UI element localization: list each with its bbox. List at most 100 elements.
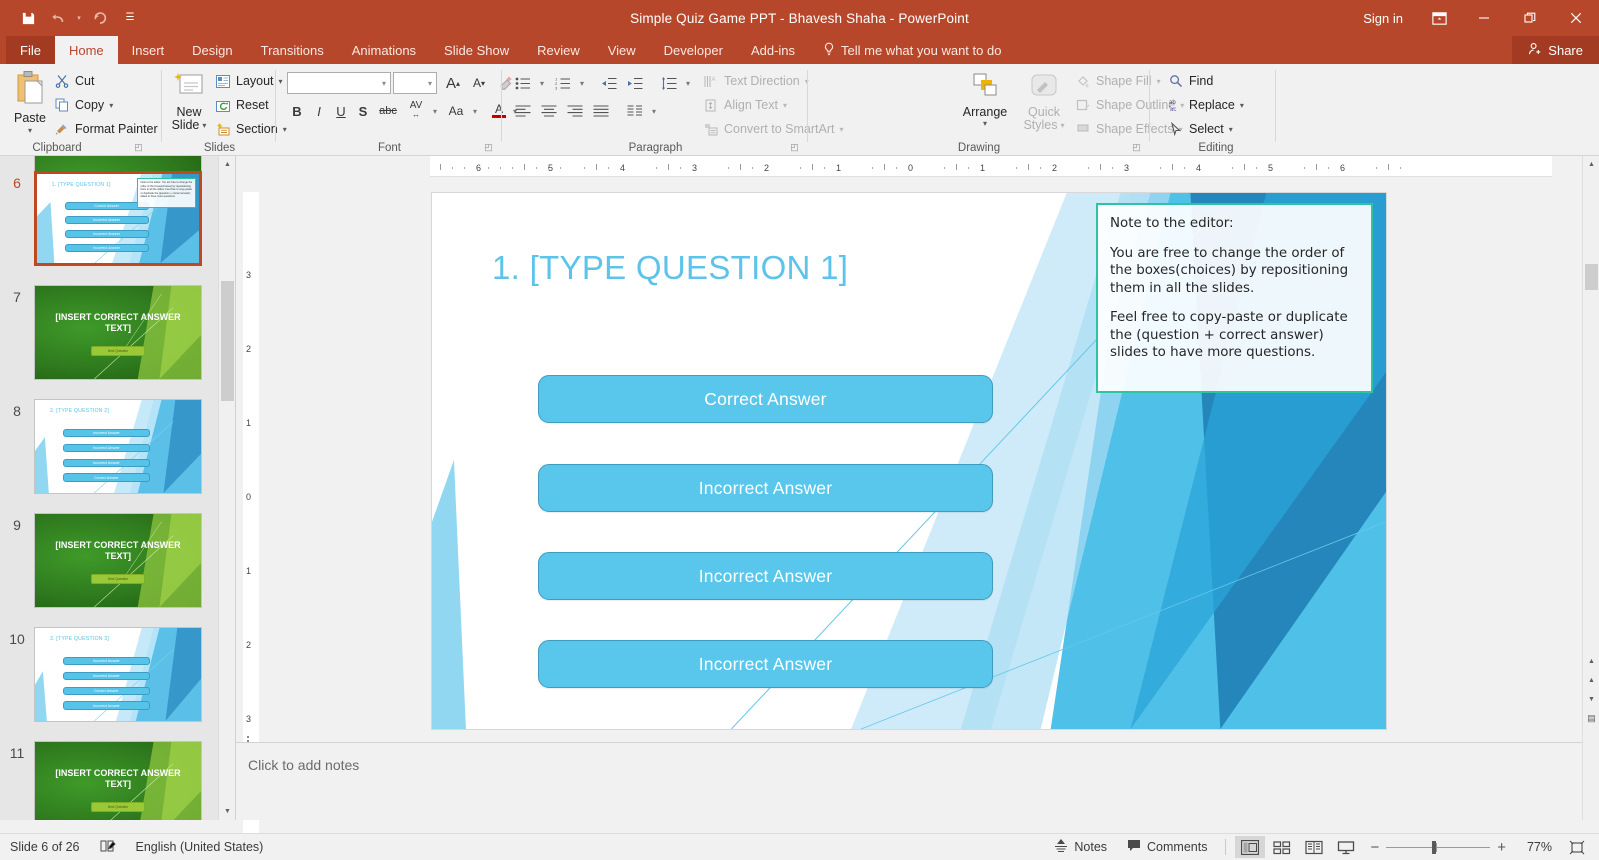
comments-button[interactable]: Comments — [1117, 834, 1217, 860]
new-slide-dropdown-icon[interactable]: ▾ — [202, 119, 206, 132]
thumbnail-scrollbar[interactable]: ▲ ▼ — [218, 156, 235, 820]
thumbnail-slide-10[interactable]: 10 3. [TYPE QUESTION 3] Incorrect Answer… — [0, 627, 216, 722]
paste-button[interactable]: Paste ▾ — [4, 70, 56, 135]
change-case-button[interactable]: Aa — [443, 100, 469, 122]
select-dropdown-icon[interactable]: ▾ — [1229, 125, 1233, 134]
thumbnail-slide-11[interactable]: 11 [INSERT CORRECT ANSWER TEXT] Next Que… — [0, 741, 216, 820]
tab-developer[interactable]: Developer — [650, 36, 737, 64]
font-size-input[interactable]: ▾ — [393, 72, 437, 94]
align-text-dropdown-icon[interactable]: ▾ — [783, 101, 787, 110]
tab-slide-show[interactable]: Slide Show — [430, 36, 523, 64]
thumbnail-scroll-handle[interactable] — [221, 281, 234, 401]
columns-dropdown-icon[interactable]: ▾ — [648, 100, 660, 122]
previous-slide-button[interactable]: ▲ — [1583, 672, 1599, 689]
italic-button[interactable]: I — [309, 100, 329, 122]
answer-option-2[interactable]: Incorrect Answer — [538, 464, 993, 512]
strikethrough-button[interactable]: abc — [375, 100, 401, 122]
spellcheck-status[interactable] — [90, 834, 126, 860]
font-name-dropdown-icon[interactable]: ▾ — [382, 79, 386, 88]
columns-button[interactable] — [623, 100, 647, 122]
tab-animations[interactable]: Animations — [338, 36, 430, 64]
cut-button[interactable]: Cut — [54, 73, 94, 89]
fit-to-window-icon[interactable] — [1562, 836, 1592, 858]
tab-design[interactable]: Design — [178, 36, 246, 64]
reading-view-icon[interactable] — [1299, 836, 1329, 858]
tab-add-ins[interactable]: Add-ins — [737, 36, 809, 64]
ribbon-display-options-icon[interactable] — [1417, 0, 1461, 36]
arrange-dropdown-icon[interactable]: ▾ — [983, 119, 987, 128]
next-slide-button[interactable]: ▼ — [1583, 691, 1599, 708]
thumbnail-slide-6[interactable]: 6 1. [TYPE QUESTION 1] Correct Answer In… — [0, 171, 216, 266]
replace-button[interactable]: ab ac Replace ▾ — [1168, 97, 1244, 113]
sign-in-button[interactable]: Sign in — [1349, 11, 1417, 26]
character-spacing-button[interactable]: AV ↔ — [403, 98, 429, 122]
text-shadow-button[interactable]: S — [353, 100, 373, 122]
align-text-button[interactable]: Align Text ▾ — [703, 97, 787, 113]
format-painter-button[interactable]: Format Painter — [54, 121, 158, 137]
restore-button[interactable] — [1507, 0, 1553, 36]
answer-option-3[interactable]: Incorrect Answer — [538, 552, 993, 600]
underline-button[interactable]: U — [331, 100, 351, 122]
notes-pane[interactable]: Click to add notes — [236, 742, 1599, 820]
thumbnail-scroll-up-icon[interactable]: ▲ — [219, 156, 235, 173]
shape-fill-button[interactable]: Shape Fill ▾ — [1075, 73, 1161, 89]
slide-thumbnail-panel[interactable]: 6 1. [TYPE QUESTION 1] Correct Answer In… — [0, 156, 236, 820]
find-button[interactable]: Find — [1168, 73, 1213, 89]
arrange-button[interactable]: Arrange ▾ — [955, 72, 1015, 128]
select-button[interactable]: Select ▾ — [1168, 121, 1233, 137]
copy-dropdown-icon[interactable]: ▾ — [109, 101, 113, 110]
notes-placeholder[interactable]: Click to add notes — [248, 757, 359, 773]
slide-show-icon[interactable] — [1331, 836, 1361, 858]
zoom-level-label[interactable]: 77% — [1514, 840, 1552, 854]
tab-file[interactable]: File — [6, 36, 55, 64]
slide-canvas[interactable]: 1. [TYPE QUESTION 1] Correct Answer Inco… — [431, 192, 1387, 730]
minimize-button[interactable] — [1461, 0, 1507, 36]
thumbnail-scroll-down-icon[interactable]: ▼ — [219, 803, 235, 820]
text-direction-button[interactable]: A Text Direction ▾ — [703, 73, 809, 89]
paragraph-dialog-launcher[interactable]: ◰ — [789, 142, 800, 153]
font-name-input[interactable]: ▾ — [287, 72, 391, 94]
zoom-handle[interactable] — [1432, 840, 1437, 854]
justify-button[interactable] — [589, 100, 613, 122]
tab-view[interactable]: View — [594, 36, 650, 64]
line-spacing-button[interactable] — [657, 72, 681, 94]
align-right-button[interactable] — [563, 100, 587, 122]
language-status[interactable]: English (United States) — [126, 834, 274, 860]
increase-indent-button[interactable] — [623, 72, 647, 94]
line-spacing-dropdown-icon[interactable]: ▾ — [682, 72, 694, 94]
drawing-dialog-launcher[interactable]: ◰ — [1131, 142, 1142, 153]
paste-dropdown-icon[interactable]: ▾ — [28, 126, 32, 135]
decrease-font-size-button[interactable]: A ▾ — [467, 72, 491, 94]
tab-insert[interactable]: Insert — [118, 36, 179, 64]
bullets-dropdown-icon[interactable]: ▾ — [536, 72, 548, 94]
font-size-dropdown-icon[interactable]: ▾ — [428, 79, 432, 88]
share-button[interactable]: Share — [1512, 36, 1599, 64]
thumbnail-slide-9[interactable]: 9 [INSERT CORRECT ANSWER TEXT] Next Ques… — [0, 513, 216, 608]
editor-note-box[interactable]: Note to the editor: You are free to chan… — [1096, 203, 1373, 393]
scroll-up-icon[interactable]: ▲ — [1583, 156, 1599, 173]
current-slide[interactable]: 1. [TYPE QUESTION 1] Correct Answer Inco… — [431, 192, 1387, 730]
align-left-button[interactable] — [511, 100, 535, 122]
numbering-dropdown-icon[interactable]: ▾ — [576, 72, 588, 94]
copy-button[interactable]: Copy ▾ — [54, 97, 113, 113]
slide-counter[interactable]: Slide 6 of 26 — [0, 834, 90, 860]
normal-view-icon[interactable] — [1235, 836, 1266, 858]
reset-button[interactable]: Reset — [215, 97, 269, 113]
notes-toggle-button[interactable]: Notes — [1044, 834, 1117, 860]
tab-transitions[interactable]: Transitions — [247, 36, 338, 64]
close-button[interactable] — [1553, 0, 1599, 36]
slide-area-scrollbar[interactable]: ▲ ▲ ▲ ▼ ▤ — [1582, 156, 1599, 820]
answer-option-4[interactable]: Incorrect Answer — [538, 640, 993, 688]
scroll-pan-icon[interactable]: ▤ — [1583, 710, 1599, 727]
decrease-indent-button[interactable] — [597, 72, 621, 94]
new-slide-button[interactable]: New Slide ▾ — [165, 72, 213, 132]
scroll-handle[interactable] — [1585, 264, 1598, 290]
zoom-track[interactable] — [1386, 840, 1491, 854]
font-dialog-launcher[interactable]: ◰ — [483, 142, 494, 153]
quick-styles-button[interactable]: Quick Styles ▾ — [1015, 72, 1073, 132]
increase-font-size-button[interactable]: A ▴ — [441, 72, 465, 94]
tab-home[interactable]: Home — [54, 36, 118, 64]
slide-sorter-icon[interactable] — [1267, 836, 1297, 858]
numbering-button[interactable]: 123 — [551, 72, 575, 94]
scroll-down-icon[interactable]: ▲ — [1583, 653, 1599, 670]
